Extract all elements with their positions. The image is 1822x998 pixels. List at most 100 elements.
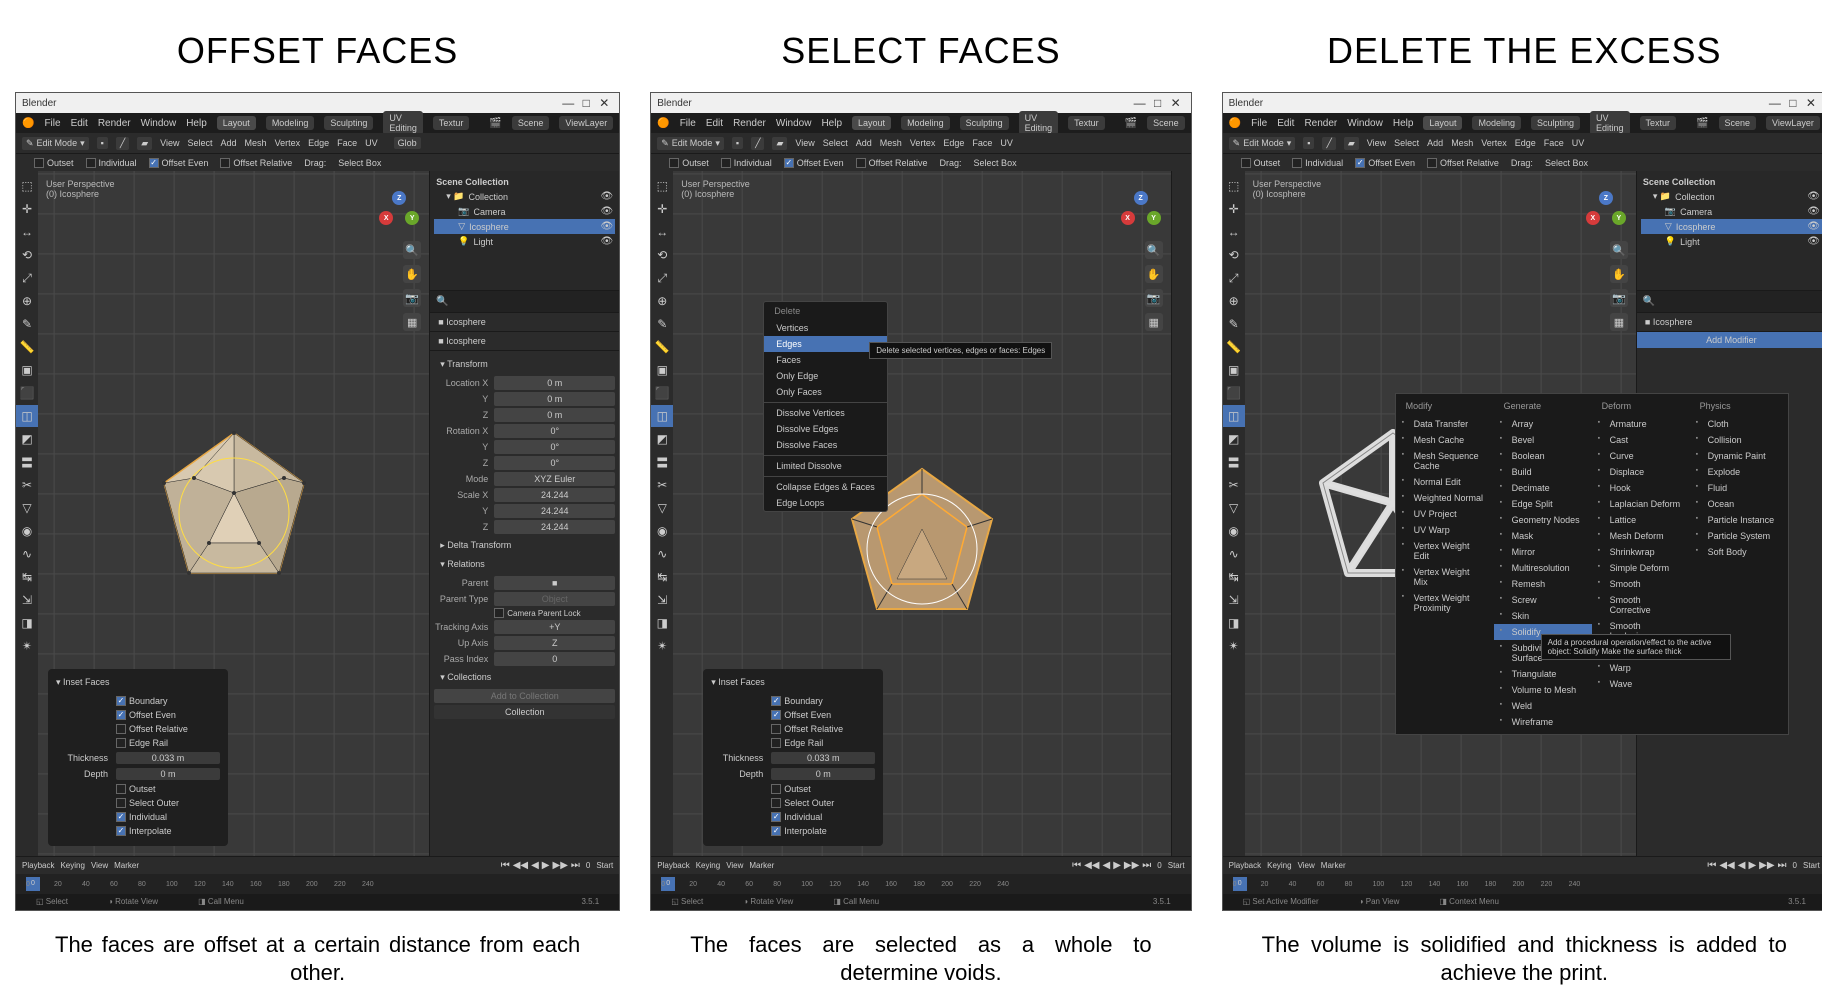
- modifier-mirror[interactable]: Mirror: [1494, 544, 1592, 560]
- tool-select[interactable]: ⬚: [16, 175, 38, 197]
- file-menu[interactable]: File: [44, 118, 60, 129]
- nav-gizmo[interactable]: XYZ: [379, 191, 419, 231]
- modifier-explode[interactable]: Explode: [1690, 464, 1788, 480]
- rot-x[interactable]: 0°: [494, 424, 615, 438]
- window-menu[interactable]: Window: [141, 118, 177, 129]
- relations-section[interactable]: ▾ Relations: [434, 555, 615, 574]
- timeline-track[interactable]: 0 020406080100120140160180200220240: [16, 874, 619, 893]
- blender-icon[interactable]: 🟠: [22, 118, 34, 129]
- tool-extrude[interactable]: ⬛: [16, 382, 38, 404]
- modifier-build[interactable]: Build: [1494, 464, 1592, 480]
- tool-inset[interactable]: ◫: [16, 405, 38, 427]
- depth-input[interactable]: 0 m: [116, 768, 220, 780]
- modifier-collision[interactable]: Collision: [1690, 432, 1788, 448]
- edgerail-check[interactable]: [116, 738, 126, 748]
- tool-bevel[interactable]: ◩: [16, 428, 38, 450]
- modifier-mesh-deform[interactable]: Mesh Deform: [1592, 528, 1690, 544]
- rot-y[interactable]: 0°: [494, 440, 615, 454]
- modifier-weighted-normal[interactable]: Weighted Normal: [1396, 490, 1494, 506]
- tool-smooth[interactable]: ∿: [16, 543, 38, 565]
- modifier-cloth[interactable]: Cloth: [1690, 416, 1788, 432]
- tool-add[interactable]: ▣: [16, 359, 38, 381]
- select-box-dropdown[interactable]: Select Box: [338, 158, 381, 168]
- workspace-layout[interactable]: Layout: [217, 116, 256, 130]
- limited-dissolve[interactable]: Limited Dissolve: [764, 458, 887, 474]
- modifier-soft-body[interactable]: Soft Body: [1690, 544, 1788, 560]
- select-mode-vert[interactable]: ▪: [97, 137, 108, 149]
- modifier-smooth-corrective[interactable]: Smooth Corrective: [1592, 592, 1690, 618]
- add-menu[interactable]: Add: [221, 138, 237, 148]
- minimize-button[interactable]: —: [559, 96, 577, 110]
- close-button[interactable]: ✕: [595, 96, 613, 110]
- modifier-weld[interactable]: Weld: [1494, 698, 1592, 714]
- modifier-uv-project[interactable]: UV Project: [1396, 506, 1494, 522]
- 3d-viewport[interactable]: User Perspective (0) Icosphere XYZ 🔍 ✋ 📷…: [38, 171, 429, 856]
- modifier-warp[interactable]: Warp: [1592, 660, 1690, 676]
- select-mode-edge[interactable]: ╱: [116, 137, 129, 150]
- modifier-ocean[interactable]: Ocean: [1690, 496, 1788, 512]
- 3d-viewport[interactable]: User Perspective(0) Icosphere XYZ 🔍✋📷▦ D…: [673, 171, 1170, 856]
- collapse-edges[interactable]: Collapse Edges & Faces: [764, 479, 887, 495]
- mode-selector[interactable]: ✎ Edit Mode ▾: [22, 137, 89, 150]
- scale-y[interactable]: 24.244: [494, 504, 615, 518]
- modifier-vertex-weight-proximity[interactable]: Vertex Weight Proximity: [1396, 590, 1494, 616]
- tool-move[interactable]: ↔: [16, 221, 38, 243]
- camera-row[interactable]: 📷 Camera👁: [434, 204, 615, 219]
- up-axis[interactable]: Z: [494, 636, 615, 650]
- marker-menu[interactable]: Marker: [114, 861, 139, 870]
- tl-view-menu[interactable]: View: [91, 861, 108, 870]
- modifier-particle-system[interactable]: Particle System: [1690, 528, 1788, 544]
- selectouter-check[interactable]: [116, 798, 126, 808]
- modifier-remesh[interactable]: Remesh: [1494, 576, 1592, 592]
- tool-measure[interactable]: 📏: [16, 336, 38, 358]
- modifier-uv-warp[interactable]: UV Warp: [1396, 522, 1494, 538]
- edit-menu[interactable]: Edit: [71, 118, 88, 129]
- modifier-mask[interactable]: Mask: [1494, 528, 1592, 544]
- keying-menu[interactable]: Keying: [60, 861, 84, 870]
- workspace-uv[interactable]: UV Editing: [383, 111, 423, 135]
- maximize-button[interactable]: □: [577, 96, 595, 110]
- collection-row[interactable]: ▾ 📁 Collection👁: [434, 189, 615, 204]
- offset-even-check[interactable]: [149, 158, 159, 168]
- render-menu[interactable]: Render: [98, 118, 131, 129]
- modifier-vertex-weight-edit[interactable]: Vertex Weight Edit: [1396, 538, 1494, 564]
- current-frame[interactable]: 0: [586, 861, 590, 870]
- thickness-input[interactable]: 0.033 m: [116, 752, 220, 764]
- workspace-modeling[interactable]: Modeling: [266, 116, 315, 130]
- modifier-volume-to-mesh[interactable]: Volume to Mesh: [1494, 682, 1592, 698]
- modifier-fluid[interactable]: Fluid: [1690, 480, 1788, 496]
- modifier-simple-deform[interactable]: Simple Deform: [1592, 560, 1690, 576]
- delete-vertices[interactable]: Vertices: [764, 320, 887, 336]
- edge-loops[interactable]: Edge Loops: [764, 495, 887, 511]
- edge-menu[interactable]: Edge: [308, 138, 329, 148]
- modifier-hook[interactable]: Hook: [1592, 480, 1690, 496]
- tool-slide[interactable]: ↹: [16, 566, 38, 588]
- pass-index[interactable]: 0: [494, 652, 615, 666]
- tool-cursor[interactable]: ✛: [16, 198, 38, 220]
- delete-only-edges[interactable]: Only Edge: [764, 368, 887, 384]
- modifier-array[interactable]: Array: [1494, 416, 1592, 432]
- pan-icon[interactable]: ✋: [403, 265, 421, 283]
- modifier-triangulate[interactable]: Triangulate: [1494, 666, 1592, 682]
- modifier-curve[interactable]: Curve: [1592, 448, 1690, 464]
- parent-type[interactable]: Object: [494, 592, 615, 606]
- rotation-mode[interactable]: XYZ Euler: [494, 472, 615, 486]
- max-btn[interactable]: □: [1149, 96, 1167, 110]
- offseteven-check[interactable]: [116, 710, 126, 720]
- camera-icon[interactable]: 📷: [403, 289, 421, 307]
- tool-loop-cut[interactable]: 〓: [16, 451, 38, 473]
- workspace-sculpting[interactable]: Sculpting: [324, 116, 373, 130]
- modifier-multiresolution[interactable]: Multiresolution: [1494, 560, 1592, 576]
- modifier-screw[interactable]: Screw: [1494, 592, 1592, 608]
- prev-key[interactable]: ◀◀: [513, 860, 528, 871]
- icosphere-row[interactable]: ▽ Icosphere👁: [434, 219, 615, 234]
- boundary-check[interactable]: [116, 696, 126, 706]
- vertex-menu[interactable]: Vertex: [275, 138, 301, 148]
- scale-z[interactable]: 24.244: [494, 520, 615, 534]
- mesh-menu[interactable]: Mesh: [245, 138, 267, 148]
- props-search[interactable]: 🔍: [430, 291, 619, 313]
- modifier-smooth[interactable]: Smooth: [1592, 576, 1690, 592]
- tool-annotate[interactable]: ✎: [16, 313, 38, 335]
- offset-relative-check[interactable]: [220, 158, 230, 168]
- face-menu[interactable]: Face: [337, 138, 357, 148]
